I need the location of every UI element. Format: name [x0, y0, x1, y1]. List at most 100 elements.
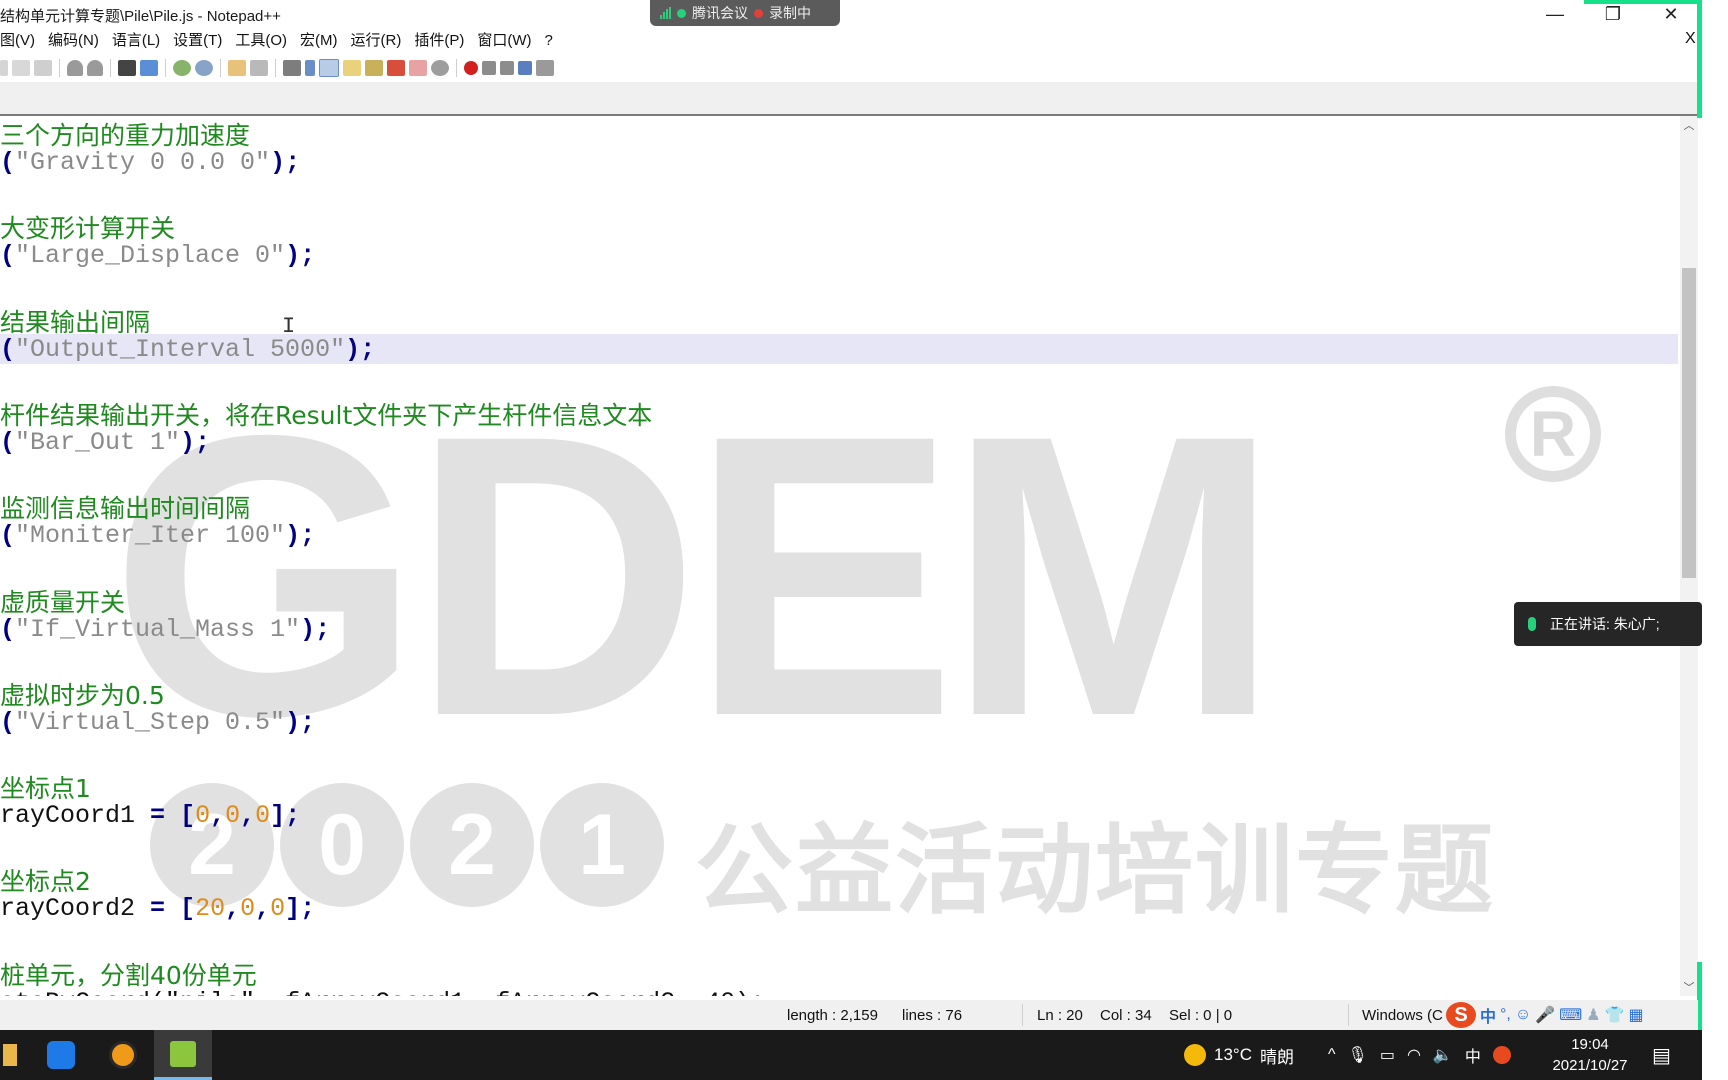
taskbar-folder-app[interactable]: [0, 1030, 20, 1080]
minimize-button[interactable]: —: [1526, 0, 1584, 28]
close-button[interactable]: ✕: [1642, 0, 1700, 28]
status-lines: lines : 76: [902, 1007, 963, 1024]
define-language-icon[interactable]: [343, 60, 361, 76]
user-icon[interactable]: ♟: [1586, 1005, 1600, 1025]
notification-icon[interactable]: ▤: [1652, 1030, 1671, 1080]
menu-settings[interactable]: 设置(T): [167, 30, 229, 54]
tray-ime-lang[interactable]: 中: [1465, 1043, 1481, 1067]
stop-macro-icon[interactable]: [482, 61, 496, 75]
paste-icon[interactable]: [34, 60, 52, 76]
menu-plugins[interactable]: 插件(P): [408, 30, 471, 54]
code-punct: );: [270, 148, 301, 177]
menu-tools[interactable]: 工具(O): [229, 30, 294, 54]
sync-vertical-icon[interactable]: [228, 60, 246, 76]
tray-expand-icon[interactable]: ^: [1328, 1046, 1336, 1064]
sync-horizontal-icon[interactable]: [250, 60, 268, 76]
word-wrap-icon[interactable]: [283, 60, 301, 76]
speaking-text: 正在讲话: 朱心广;: [1550, 616, 1660, 632]
save-macro-icon[interactable]: [536, 60, 554, 76]
taskbar-meeting-app[interactable]: [32, 1030, 90, 1080]
tencent-meeting-icon: [47, 1041, 75, 1069]
status-eol[interactable]: Windows (C: [1362, 1007, 1443, 1024]
close-document-button[interactable]: X: [1685, 30, 1696, 48]
tray-mic-icon[interactable]: 🎙: [1348, 1045, 1368, 1065]
toolbox-icon[interactable]: ▦: [1628, 1005, 1643, 1025]
tray-sogou-icon[interactable]: [1492, 1046, 1511, 1064]
voice-icon[interactable]: 🎤: [1535, 1005, 1555, 1025]
text-cursor: I: [282, 314, 296, 339]
toolbar-separator: [275, 59, 276, 77]
window-title: 结构单元计算专题\Pile\Pile.js - Notepad++: [0, 8, 281, 25]
scroll-thumb[interactable]: [1682, 268, 1696, 578]
code-number: 0: [195, 801, 211, 831]
ime-toolbar: S 中 °, ☺ 🎤 ⌨ ♟ 👕 ▦: [1446, 1000, 1644, 1030]
comment-text: 坐标点2: [0, 867, 91, 897]
code-punct: );: [285, 521, 316, 551]
toolbar-separator: [110, 59, 111, 77]
code-string: "If_Virtual_Mass 1": [15, 614, 301, 644]
monitoring-icon[interactable]: [431, 60, 449, 76]
code-call-line: ("Bar_Out 1");: [0, 428, 210, 457]
weather-widget[interactable]: 13°C 晴朗: [1184, 1030, 1294, 1080]
undo-icon[interactable]: [67, 60, 83, 76]
clock-date: 2021/10/27: [1552, 1057, 1628, 1074]
sogou-ime-icon[interactable]: S: [1446, 1002, 1476, 1028]
code-punct: ,: [240, 801, 256, 831]
code-comment-line: 大变形计算开关: [0, 209, 175, 245]
tray-battery-icon[interactable]: ▭: [1380, 1045, 1395, 1065]
code-editor[interactable]: GDEM R 2 0 2 1 公益活动培训专题 三个方向的重力加速度 ("Grav…: [0, 116, 1680, 996]
menu-help[interactable]: ?: [538, 30, 559, 54]
scroll-up-icon[interactable]: ︿: [1680, 116, 1698, 134]
tray-wifi-icon[interactable]: ◠: [1407, 1045, 1421, 1065]
code-call-line: ("Output_Interval 5000");: [0, 335, 375, 364]
menu-run[interactable]: 运行(R): [345, 30, 409, 54]
menu-encoding[interactable]: 编码(N): [42, 30, 106, 54]
tray-volume-icon[interactable]: 🔈: [1433, 1045, 1453, 1065]
code-comment-line: 虚质量开关: [0, 583, 125, 619]
show-all-chars-icon[interactable]: [305, 60, 315, 76]
meeting-indicator[interactable]: 腾讯会议 录制中: [650, 0, 840, 26]
replace-icon[interactable]: [140, 60, 158, 76]
comment-text: 桩单元，分割40份单元: [0, 960, 257, 990]
menu-view[interactable]: 图(V): [0, 30, 42, 54]
scroll-down-icon[interactable]: ﹀: [1680, 978, 1698, 996]
function-list-icon[interactable]: [387, 60, 405, 76]
code-operator: =: [135, 894, 181, 924]
code-call-line: ("Gravity 0 0.0 0");: [0, 148, 300, 177]
vertical-scrollbar[interactable]: ︿ ﹀: [1680, 116, 1698, 996]
code-string: "Virtual_Step 0.5": [15, 707, 286, 737]
toolbar: [0, 56, 1698, 80]
system-clock[interactable]: 19:04 2021/10/27: [1548, 1034, 1632, 1076]
run-macro-multiple-icon[interactable]: [518, 61, 532, 75]
menu-macro[interactable]: 宏(M): [294, 30, 345, 54]
cut-icon[interactable]: [0, 60, 8, 76]
taskbar-ide-app[interactable]: [94, 1030, 152, 1080]
ime-punct[interactable]: °,: [1500, 1006, 1511, 1024]
document-map-icon[interactable]: [365, 60, 383, 76]
find-icon[interactable]: [118, 60, 136, 76]
skin-icon[interactable]: 👕: [1605, 1005, 1625, 1025]
folder-workspace-icon[interactable]: [409, 60, 427, 76]
redo-icon[interactable]: [87, 60, 103, 76]
indent-guide-icon[interactable]: [319, 59, 339, 77]
record-macro-icon[interactable]: [464, 61, 478, 75]
toolbar-separator: [220, 59, 221, 77]
code-punct: ];: [270, 801, 301, 831]
menu-window[interactable]: 窗口(W): [471, 30, 538, 54]
share-border-right: [1697, 0, 1702, 118]
ime-lang[interactable]: 中: [1480, 1003, 1496, 1027]
code-punct: ,: [225, 894, 241, 924]
play-macro-icon[interactable]: [500, 61, 514, 75]
zoom-in-icon[interactable]: [173, 60, 191, 76]
code-punct: (: [0, 614, 16, 644]
emoji-icon[interactable]: ☺: [1515, 1006, 1531, 1024]
keyboard-icon[interactable]: ⌨: [1559, 1005, 1582, 1025]
menu-language[interactable]: 语言(L): [106, 30, 167, 54]
comment-text: 杆件结果输出开关，将在Result文件夹下产生杆件信息文本: [0, 400, 653, 430]
taskbar-notepadpp-app[interactable]: [154, 1030, 212, 1080]
watermark-year-digit: 2: [410, 783, 534, 907]
copy-icon[interactable]: [12, 60, 30, 76]
taskbar: 13°C 晴朗 ^ 🎙 ▭ ◠ 🔈 中 19:04 2021/10/27 ▤: [0, 1030, 1702, 1080]
zoom-out-icon[interactable]: [195, 60, 213, 76]
restore-button[interactable]: ❐: [1584, 0, 1642, 28]
